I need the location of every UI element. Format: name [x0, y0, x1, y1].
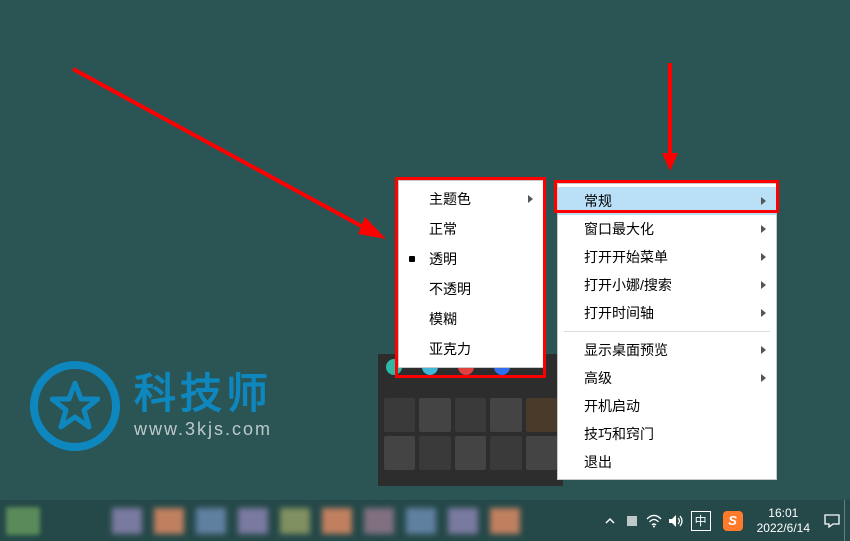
taskbar-app[interactable] — [196, 508, 226, 534]
menu-item-exit[interactable]: 退出 — [558, 448, 776, 476]
submenu-item-normal[interactable]: 正常 — [399, 214, 543, 244]
submenu-item-acrylic[interactable]: 亚克力 — [399, 334, 543, 364]
logo-url: www.3kjs.com — [134, 419, 272, 440]
taskbar-clock[interactable]: 16:01 2022/6/14 — [757, 506, 810, 536]
menu-item-show-desktop-preview[interactable]: 显示桌面预览 — [558, 336, 776, 364]
menu-item-advanced[interactable]: 高级 — [558, 364, 776, 392]
watermark-logo: 科技师 www.3kjs.com — [30, 361, 272, 451]
wifi-icon[interactable] — [643, 500, 665, 541]
annotation-arrow-right — [660, 63, 680, 173]
sogou-ime-icon[interactable]: S — [723, 511, 743, 531]
menu-item-startup[interactable]: 开机启动 — [558, 392, 776, 420]
submenu-item-transparent[interactable]: 透明 — [399, 244, 543, 274]
taskbar-app[interactable] — [406, 508, 436, 534]
logo-circle-icon — [30, 361, 120, 451]
show-desktop-button[interactable] — [844, 500, 850, 541]
menu-item-tips[interactable]: 技巧和窍门 — [558, 420, 776, 448]
tray-app-icon[interactable] — [621, 500, 643, 541]
taskbar-app[interactable] — [322, 508, 352, 534]
menu-item-open-cortana-search[interactable]: 打开小娜/搜索 — [558, 271, 776, 299]
taskbar-app[interactable] — [154, 508, 184, 534]
volume-icon[interactable] — [665, 500, 687, 541]
taskbar-app[interactable] — [112, 508, 142, 534]
system-tray: 中 S 16:01 2022/6/14 — [599, 500, 850, 541]
taskbar-app[interactable] — [490, 508, 520, 534]
action-center-icon[interactable] — [820, 500, 844, 541]
logo-title: 科技师 — [134, 373, 272, 415]
taskbar: 中 S 16:01 2022/6/14 — [0, 500, 850, 541]
annotation-arrow-left — [68, 64, 408, 259]
menu-item-general[interactable]: 常规 — [558, 187, 776, 215]
context-menu: 常规 窗口最大化 打开开始菜单 打开小娜/搜索 打开时间轴 显示桌面预览 高级 … — [557, 183, 777, 480]
menu-item-open-start-menu[interactable]: 打开开始菜单 — [558, 243, 776, 271]
submenu-general: 主题色 正常 透明 不透明 模糊 亚克力 — [398, 180, 544, 368]
submenu-item-opaque[interactable]: 不透明 — [399, 274, 543, 304]
clock-time: 16:01 — [757, 506, 810, 521]
clock-date: 2022/6/14 — [757, 521, 810, 536]
menu-item-open-timeline[interactable]: 打开时间轴 — [558, 299, 776, 327]
taskbar-app[interactable] — [448, 508, 478, 534]
taskbar-app[interactable] — [280, 508, 310, 534]
ime-indicator[interactable]: 中 — [691, 511, 711, 531]
menu-separator — [564, 331, 770, 332]
taskbar-app[interactable] — [364, 508, 394, 534]
tray-overflow-icon[interactable] — [599, 500, 621, 541]
taskbar-app[interactable] — [238, 508, 268, 534]
submenu-item-theme-color[interactable]: 主题色 — [399, 184, 543, 214]
taskbar-app[interactable] — [52, 507, 100, 535]
start-button[interactable] — [0, 500, 46, 541]
menu-item-maximize-window[interactable]: 窗口最大化 — [558, 215, 776, 243]
submenu-item-blur[interactable]: 模糊 — [399, 304, 543, 334]
